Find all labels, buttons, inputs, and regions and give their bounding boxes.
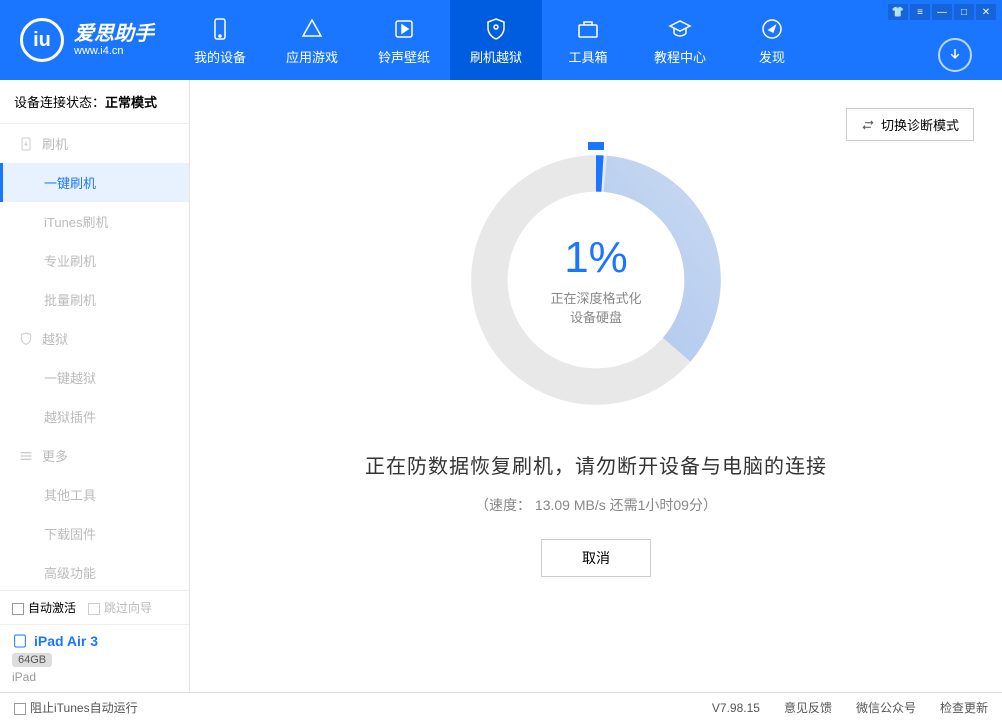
sidebar-item-jbplugin[interactable]: 越狱插件 — [0, 397, 189, 436]
sidebar-item-pro[interactable]: 专业刷机 — [0, 241, 189, 280]
music-icon — [390, 15, 418, 43]
phone-arrow-icon — [18, 136, 34, 152]
header: iu 爱思助手 www.i4.cn 我的设备 应用游戏 铃声壁纸 刷机越狱 工具… — [0, 0, 1002, 80]
window-controls: 👕 ≡ — □ ✕ — [888, 4, 996, 20]
logo[interactable]: iu 爱思助手 www.i4.cn — [0, 0, 174, 80]
ring-marker — [588, 142, 604, 150]
shield-icon — [482, 15, 510, 43]
sidebar-item-jbone[interactable]: 一键越狱 — [0, 358, 189, 397]
compass-icon — [758, 15, 786, 43]
win-menu-icon[interactable]: ≡ — [910, 4, 930, 20]
speed-info: （速度： 13.09 MB/s 还需1小时09分） — [475, 495, 717, 515]
check-update-link[interactable]: 检查更新 — [940, 699, 988, 716]
sidebar-item-oneclick[interactable]: 一键刷机 — [0, 163, 189, 202]
sidebar-cat-more[interactable]: 更多 — [0, 436, 189, 475]
apps-icon — [298, 15, 326, 43]
sidebar-cat-jailbreak[interactable]: 越狱 — [0, 319, 189, 358]
connection-status: 设备连接状态：正常模式 — [0, 80, 189, 124]
sidebar-item-advanced[interactable]: 高级功能 — [0, 553, 189, 590]
nav-discover[interactable]: 发现 — [726, 0, 818, 80]
win-skin-icon[interactable]: 👕 — [888, 4, 908, 20]
progress-percent: 1% — [564, 233, 628, 283]
toolbox-icon — [574, 15, 602, 43]
device-type: iPad — [12, 670, 177, 684]
app-title: 爱思助手 — [74, 23, 154, 45]
sidebar-item-batch[interactable]: 批量刷机 — [0, 280, 189, 319]
win-close-icon[interactable]: ✕ — [976, 4, 996, 20]
skip-guide-checkbox[interactable]: 跳过向导 — [88, 599, 152, 616]
sidebar: 设备连接状态：正常模式 刷机 一键刷机 iTunes刷机 专业刷机 批量刷机 越… — [0, 80, 190, 692]
app-url: www.i4.cn — [74, 45, 154, 57]
auto-activate-checkbox[interactable]: 自动激活 — [12, 599, 76, 616]
nav-toolbox[interactable]: 工具箱 — [542, 0, 634, 80]
sidebar-item-other[interactable]: 其他工具 — [0, 475, 189, 514]
swap-icon — [861, 118, 875, 132]
stop-itunes-checkbox[interactable]: 阻止iTunes自动运行 — [14, 699, 138, 716]
win-minimize-icon[interactable]: — — [932, 4, 952, 20]
win-maximize-icon[interactable]: □ — [954, 4, 974, 20]
device-capacity: 64GB — [12, 653, 52, 667]
top-nav: 我的设备 应用游戏 铃声壁纸 刷机越狱 工具箱 教程中心 发现 — [174, 0, 818, 80]
footer: 阻止iTunes自动运行 V7.98.15 意见反馈 微信公众号 检查更新 — [0, 692, 1002, 722]
tablet-icon — [12, 633, 28, 649]
progress-subtext: 正在深度格式化设备硬盘 — [550, 289, 641, 328]
logo-icon: iu — [20, 18, 64, 62]
nav-tutorials[interactable]: 教程中心 — [634, 0, 726, 80]
menu-icon — [18, 448, 34, 464]
download-button[interactable] — [938, 38, 972, 72]
version-label: V7.98.15 — [712, 701, 760, 715]
sidebar-item-itunes[interactable]: iTunes刷机 — [0, 202, 189, 241]
status-message: 正在防数据恢复刷机，请勿断开设备与电脑的连接 — [365, 450, 827, 479]
nav-apps[interactable]: 应用游戏 — [266, 0, 358, 80]
shield-small-icon — [18, 331, 34, 347]
progress-ring: 1% 正在深度格式化设备硬盘 — [466, 150, 726, 410]
diagnostic-mode-button[interactable]: 切换诊断模式 — [846, 108, 974, 141]
wechat-link[interactable]: 微信公众号 — [856, 699, 916, 716]
device-info[interactable]: iPad Air 3 64GB iPad — [0, 624, 189, 692]
cancel-button[interactable]: 取消 — [541, 539, 651, 577]
device-icon — [206, 15, 234, 43]
nav-flash[interactable]: 刷机越狱 — [450, 0, 542, 80]
sidebar-item-download[interactable]: 下载固件 — [0, 514, 189, 553]
main-content: 切换诊断模式 1% 正在深度格式化设备硬盘 正在防数据恢复刷机，请勿断开设备与电… — [190, 80, 1002, 692]
sidebar-options: 自动激活 跳过向导 — [0, 590, 189, 624]
nav-ringtones[interactable]: 铃声壁纸 — [358, 0, 450, 80]
graduation-icon — [666, 15, 694, 43]
sidebar-cat-flash[interactable]: 刷机 — [0, 124, 189, 163]
feedback-link[interactable]: 意见反馈 — [784, 699, 832, 716]
nav-my-device[interactable]: 我的设备 — [174, 0, 266, 80]
